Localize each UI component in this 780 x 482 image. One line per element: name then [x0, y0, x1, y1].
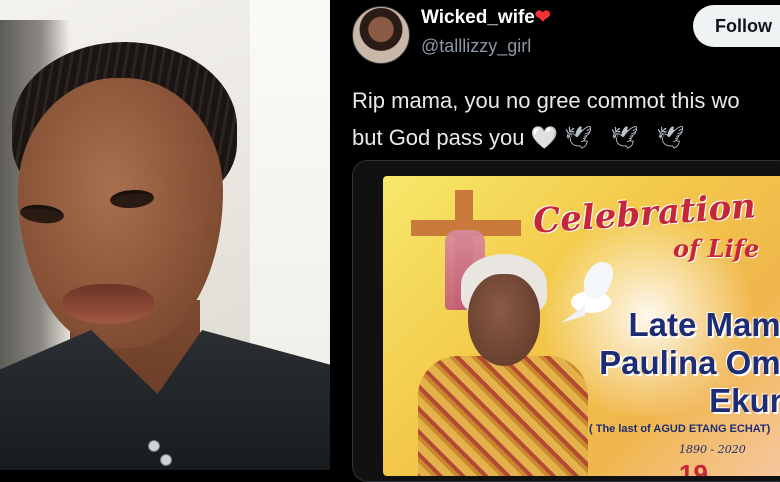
user-avatar[interactable]: [352, 6, 410, 64]
poster-years: 1890 - 2020: [679, 443, 746, 456]
poster-name-line: Paulina Oma: [599, 344, 780, 381]
shirt-button: [148, 440, 160, 452]
tweet-text-line: Rip mama, you no gree commot this wo: [352, 88, 740, 113]
dove-icon-group: 🕊 🕊 🕊: [564, 125, 691, 150]
profile-photo: [0, 0, 330, 470]
display-name[interactable]: Wicked_wife❤: [421, 6, 551, 29]
poster-big-number: 19: [679, 459, 708, 476]
tweet-text-line2: but God pass you: [352, 125, 525, 150]
red-heart-icon: ❤: [534, 7, 551, 28]
follow-button[interactable]: Follow: [693, 5, 780, 47]
display-name-text: Wicked_wife: [421, 7, 535, 28]
memorial-poster: Celebration of Life Late Mama Paulina Om…: [383, 176, 780, 476]
tweet-text: Rip mama, you no gree commot this wo but…: [352, 82, 780, 156]
poster-caption: ( The last of AGUD ETANG ECHAT): [589, 423, 771, 435]
poster-name: Late Mama Paulina Oma Ekum: [589, 306, 780, 420]
elderly-woman-portrait: [403, 246, 588, 476]
user-handle[interactable]: @talllizzy_girl: [421, 36, 531, 57]
shirt-button: [160, 454, 172, 466]
tweet-panel: Wicked_wife❤ @talllizzy_girl Follow Rip …: [330, 0, 780, 482]
poster-name-line: Ekum: [709, 382, 780, 419]
poster-name-line: Late Mama: [628, 306, 780, 343]
lips: [62, 284, 154, 324]
white-heart-icon: 🤍: [530, 125, 558, 150]
poster-subtitle: of Life: [673, 234, 760, 263]
tweet-media[interactable]: Celebration of Life Late Mama Paulina Om…: [352, 160, 780, 482]
tweet-text-line: but God pass you 🤍 🕊 🕊 🕊: [352, 119, 780, 156]
